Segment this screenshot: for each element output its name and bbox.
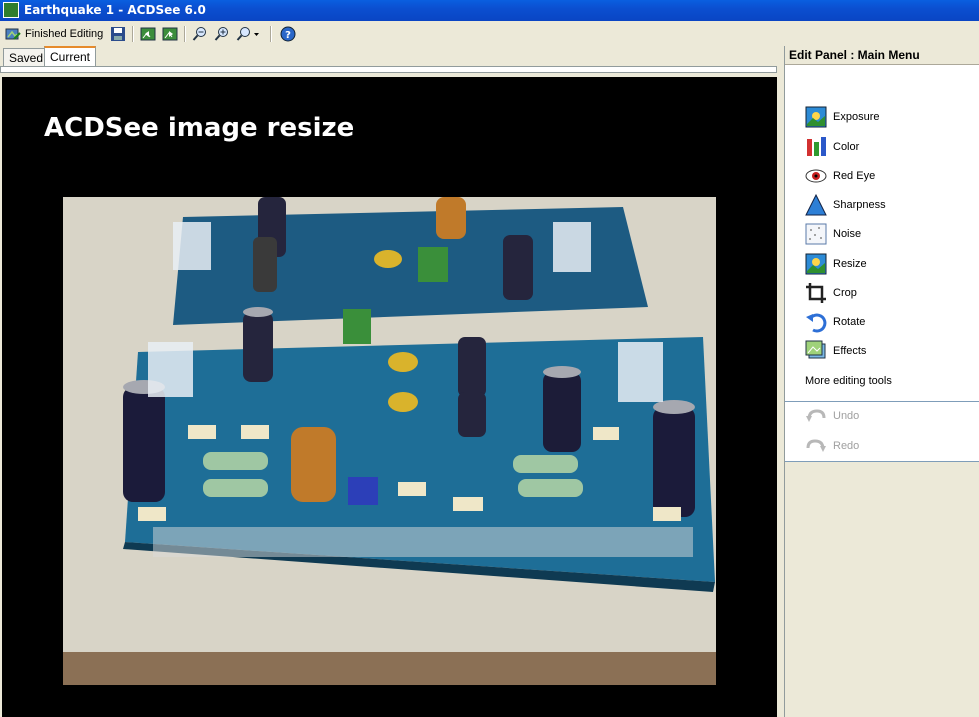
previous-image-button[interactable] xyxy=(140,24,156,44)
next-image-button[interactable] xyxy=(162,24,178,44)
undo-label: Undo xyxy=(833,410,860,422)
zoom-in-button[interactable] xyxy=(214,24,230,44)
finished-editing-icon xyxy=(5,28,21,40)
menu-item-label: Sharpness xyxy=(833,199,886,211)
zoom-icon xyxy=(236,27,250,41)
redo-label: Redo xyxy=(833,440,860,452)
zoom-out-icon xyxy=(192,27,206,41)
zoom-in-icon xyxy=(214,27,228,41)
menu-item-exposure[interactable]: Exposure xyxy=(805,105,879,129)
menu-item-label: Crop xyxy=(833,287,857,299)
finished-editing-label: Finished Editing xyxy=(25,28,104,40)
red-eye-icon xyxy=(805,169,827,183)
noise-icon xyxy=(805,223,827,245)
circuit-board-photo xyxy=(63,197,716,685)
tab-saved[interactable]: Saved xyxy=(3,48,50,66)
menu-item-rotate[interactable]: Rotate xyxy=(805,310,865,334)
menu-item-label: Noise xyxy=(833,228,862,240)
edit-panel: Edit Panel : Main Menu Exposure Color Re… xyxy=(784,46,979,717)
panel-divider xyxy=(785,401,979,402)
menu-item-label: Effects xyxy=(833,345,867,357)
menu-item-red-eye[interactable]: Red Eye xyxy=(805,164,875,188)
undo-button[interactable]: Undo xyxy=(805,404,859,428)
menu-item-color[interactable]: Color xyxy=(805,135,859,159)
sharpness-icon xyxy=(805,194,827,216)
color-icon xyxy=(807,137,826,156)
edit-panel-title: Edit Panel : Main Menu xyxy=(785,46,979,65)
menu-item-label: Exposure xyxy=(833,111,880,123)
resize-icon xyxy=(805,253,827,275)
menu-item-resize[interactable]: Resize xyxy=(805,252,867,276)
window-title: Earthquake 1 - ACDSee 6.0 xyxy=(24,3,206,17)
panel-empty-area xyxy=(785,462,979,717)
menu-item-label: Rotate xyxy=(833,316,866,328)
menu-item-label: Red Eye xyxy=(833,170,876,182)
toolbar: Finished Editing ? xyxy=(0,22,783,46)
menu-item-label: Color xyxy=(833,141,860,153)
menu-item-label: Resize xyxy=(833,258,867,270)
save-button[interactable] xyxy=(110,24,126,44)
chevron-down-icon xyxy=(254,33,259,36)
exposure-icon xyxy=(805,106,827,128)
menu-item-sharpness[interactable]: Sharpness xyxy=(805,193,886,217)
save-icon xyxy=(111,27,125,41)
previous-image-icon xyxy=(140,27,156,41)
view-tabs: Saved Current xyxy=(0,46,783,67)
image-caption: ACDSee image resize xyxy=(44,113,355,143)
title-bar: Earthquake 1 - ACDSee 6.0 xyxy=(0,0,979,21)
help-icon: ? xyxy=(280,26,296,42)
app-icon xyxy=(3,2,19,18)
help-button[interactable]: ? xyxy=(280,24,296,44)
tab-current[interactable]: Current xyxy=(44,46,97,67)
zoom-menu-button[interactable] xyxy=(236,24,260,44)
effects-icon xyxy=(805,340,826,359)
svg-text:?: ? xyxy=(285,30,291,41)
finished-editing-button[interactable]: Finished Editing xyxy=(5,24,103,44)
next-image-icon xyxy=(162,27,178,41)
menu-item-crop[interactable]: Crop xyxy=(805,281,857,305)
image-canvas[interactable]: ACDSee image resize xyxy=(2,77,777,717)
tab-strip xyxy=(0,66,777,73)
zoom-out-button[interactable] xyxy=(192,24,208,44)
more-editing-tools-link[interactable]: More editing tools xyxy=(805,375,892,387)
undo-icon xyxy=(806,409,826,422)
redo-icon xyxy=(806,439,826,452)
menu-item-noise[interactable]: Noise xyxy=(805,222,861,246)
rotate-icon xyxy=(806,313,827,333)
menu-item-effects[interactable]: Effects xyxy=(805,339,866,363)
crop-icon xyxy=(806,283,826,303)
redo-button[interactable]: Redo xyxy=(805,434,859,458)
